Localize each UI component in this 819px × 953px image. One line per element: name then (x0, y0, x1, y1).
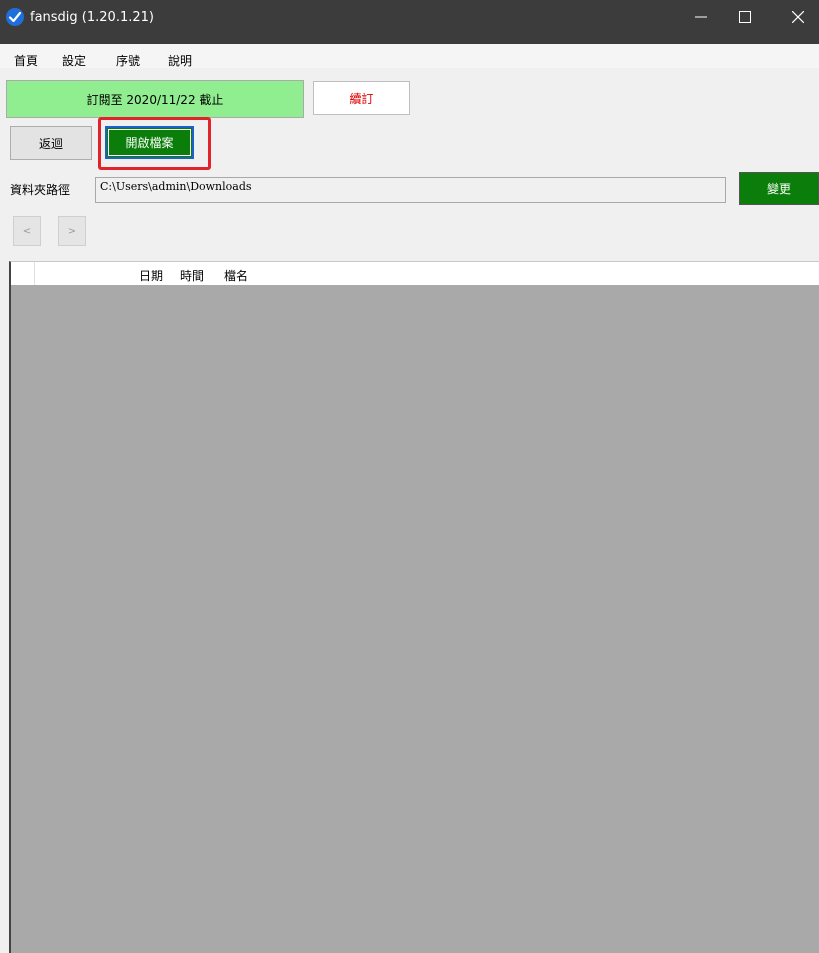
minimize-button[interactable] (678, 0, 724, 34)
chevron-left-icon: < (22, 225, 32, 237)
close-button[interactable] (775, 0, 819, 34)
change-path-button[interactable]: 變更 (739, 172, 819, 205)
open-file-label: 開啟檔案 (125, 136, 174, 150)
file-list[interactable] (9, 261, 819, 953)
window-title: fansdig (1.20.1.21) (30, 10, 154, 25)
minimize-icon (695, 16, 707, 18)
maximize-button[interactable] (722, 0, 768, 34)
menu-item-serial[interactable]: 序號 (116, 52, 140, 69)
change-label: 變更 (766, 182, 791, 196)
list-header (11, 262, 819, 285)
menu-item-help[interactable]: 說明 (168, 52, 192, 69)
column-header-time[interactable]: 時間 (180, 267, 204, 284)
renew-label: 續訂 (349, 91, 374, 106)
next-page-button[interactable]: > (58, 216, 86, 246)
chevron-right-icon: > (67, 225, 77, 237)
maximize-icon (739, 11, 751, 23)
prev-page-button[interactable]: < (13, 216, 41, 246)
column-header-date[interactable]: 日期 (139, 267, 163, 284)
menu-item-home[interactable]: 首頁 (14, 52, 38, 69)
back-button[interactable]: 返迴 (10, 126, 92, 160)
header-divider (34, 262, 35, 285)
subscription-text: 訂閱至 2020/11/22 截止 (86, 92, 224, 107)
back-label: 返迴 (38, 136, 63, 151)
app-logo-icon (6, 8, 24, 26)
subscription-status: 訂閱至 2020/11/22 截止 (6, 80, 304, 118)
menu-item-settings[interactable]: 設定 (62, 52, 86, 69)
renew-button[interactable]: 續訂 (313, 81, 410, 115)
close-icon (792, 11, 804, 23)
open-file-button[interactable]: 開啟檔案 (105, 126, 194, 159)
folder-path-label: 資料夾路徑 (10, 183, 71, 197)
column-header-filename[interactable]: 檔名 (224, 267, 248, 284)
folder-path-field[interactable]: C:\Users\admin\Downloads (95, 177, 726, 203)
